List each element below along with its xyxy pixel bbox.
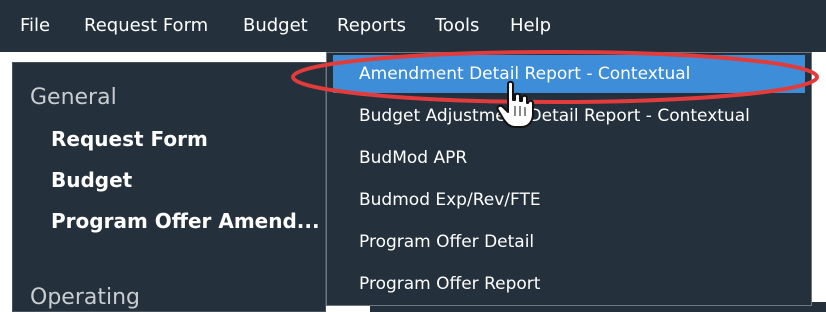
menu-item-budmod-exp-rev-fte[interactable]: Budmod Exp/Rev/FTE <box>333 181 805 219</box>
menu-file[interactable]: File <box>20 0 50 52</box>
sidebar-heading-operating: Operating <box>30 285 140 310</box>
sidebar-item-program-offer-amend[interactable]: Program Offer Amend... <box>51 209 320 233</box>
menu-item-budget-adjustment-detail-report[interactable]: Budget Adjustment Detail Report - Contex… <box>333 97 805 135</box>
menu-reports[interactable]: Reports <box>337 0 406 52</box>
menu-bar: File Request Form Budget Reports Tools H… <box>0 0 826 52</box>
reports-dropdown-menu: Amendment Detail Report - Contextual Bud… <box>326 52 812 306</box>
sidebar-item-request-form[interactable]: Request Form <box>51 127 208 151</box>
menu-item-budmod-apr[interactable]: BudMod APR <box>333 139 805 177</box>
separator <box>0 52 326 62</box>
menu-item-amendment-detail-report[interactable]: Amendment Detail Report - Contextual <box>333 55 805 93</box>
sidebar-heading-general: General <box>30 85 117 110</box>
sidebar-item-budget[interactable]: Budget <box>51 168 132 192</box>
menu-item-program-offer-detail[interactable]: Program Offer Detail <box>333 223 805 261</box>
application-window: File Request Form Budget Reports Tools H… <box>0 0 826 312</box>
sidebar-panel: General Request Form Budget Program Offe… <box>12 62 326 312</box>
menu-tools[interactable]: Tools <box>435 0 479 52</box>
menu-request-form[interactable]: Request Form <box>84 0 208 52</box>
menu-help[interactable]: Help <box>510 0 551 52</box>
menu-item-program-offer-report[interactable]: Program Offer Report <box>333 265 805 303</box>
menu-budget[interactable]: Budget <box>243 0 308 52</box>
